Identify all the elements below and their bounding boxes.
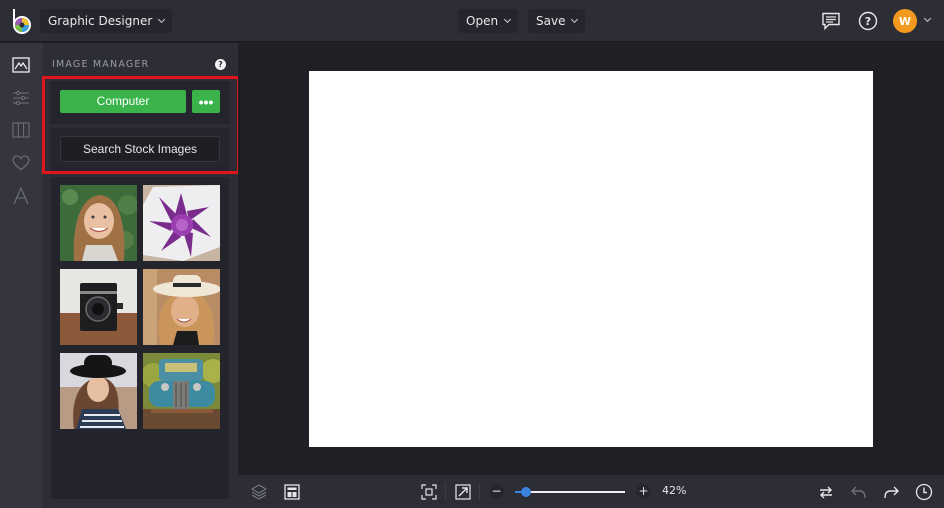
zoom-in-button[interactable]: + xyxy=(636,484,651,499)
bottom-bar: − + 42% xyxy=(238,475,944,508)
app-mode-label: Graphic Designer xyxy=(48,14,153,28)
swap-icon[interactable] xyxy=(817,483,835,501)
chevron-down-icon[interactable] xyxy=(923,14,932,23)
help-icon[interactable]: ? xyxy=(857,10,879,32)
zoom-percentage: 42% xyxy=(662,484,687,497)
more-sources-button[interactable]: ••• xyxy=(192,90,220,113)
avatar[interactable]: W xyxy=(893,9,917,33)
divider xyxy=(445,483,446,500)
zoom-out-button[interactable]: − xyxy=(489,484,504,499)
design-canvas[interactable] xyxy=(309,71,873,447)
zoom-slider-knob[interactable] xyxy=(521,487,531,497)
stock-section: Search Stock Images xyxy=(50,128,230,172)
thumbnail-purple-flower[interactable] xyxy=(143,185,220,261)
sliders-icon[interactable] xyxy=(11,88,31,108)
thumbnail-vintage-camera[interactable] xyxy=(60,269,137,345)
undo-icon[interactable] xyxy=(850,483,868,501)
chevron-down-icon xyxy=(504,15,512,24)
divider xyxy=(479,483,480,500)
app-mode-dropdown[interactable]: Graphic Designer xyxy=(40,9,173,33)
workspace xyxy=(238,43,944,474)
thumbnail-vintage-truck[interactable] xyxy=(143,353,220,429)
top-bar: Graphic Designer Open Save ? W xyxy=(0,0,944,42)
svg-text:?: ? xyxy=(865,15,871,28)
layers-icon[interactable] xyxy=(250,483,268,501)
thumbnail-woman-white-hat[interactable] xyxy=(143,269,220,345)
history-icon[interactable] xyxy=(915,483,933,501)
comments-icon[interactable] xyxy=(820,10,842,32)
image-icon[interactable] xyxy=(11,55,31,75)
thumbnail-grid xyxy=(51,177,229,499)
open-dropdown[interactable]: Open xyxy=(458,9,519,33)
computer-upload-button[interactable]: Computer xyxy=(60,90,186,113)
save-dropdown[interactable]: Save xyxy=(528,9,586,33)
tool-rail xyxy=(0,43,43,508)
heart-icon[interactable] xyxy=(11,153,31,173)
zoom-slider[interactable] xyxy=(515,487,625,497)
logo-icon[interactable] xyxy=(10,8,34,34)
fit-to-screen-icon[interactable] xyxy=(420,483,438,501)
chevron-down-icon xyxy=(571,15,579,24)
image-manager-panel: IMAGE MANAGER ? Computer ••• Search Stoc… xyxy=(43,43,238,508)
thumbnail-woman-smiling[interactable] xyxy=(60,185,137,261)
save-label: Save xyxy=(536,14,566,28)
expand-icon[interactable] xyxy=(454,483,472,501)
help-icon[interactable]: ? xyxy=(215,59,226,70)
redo-icon[interactable] xyxy=(882,483,900,501)
upload-section: Computer ••• xyxy=(50,81,230,124)
columns-icon[interactable] xyxy=(11,120,31,140)
text-icon[interactable] xyxy=(11,186,31,206)
panel-title: IMAGE MANAGER xyxy=(52,59,150,70)
open-label: Open xyxy=(466,14,499,28)
layout-icon[interactable] xyxy=(283,483,301,501)
thumbnail-woman-black-hat[interactable] xyxy=(60,353,137,429)
search-stock-images-button[interactable]: Search Stock Images xyxy=(60,136,220,162)
chevron-down-icon xyxy=(158,15,166,24)
